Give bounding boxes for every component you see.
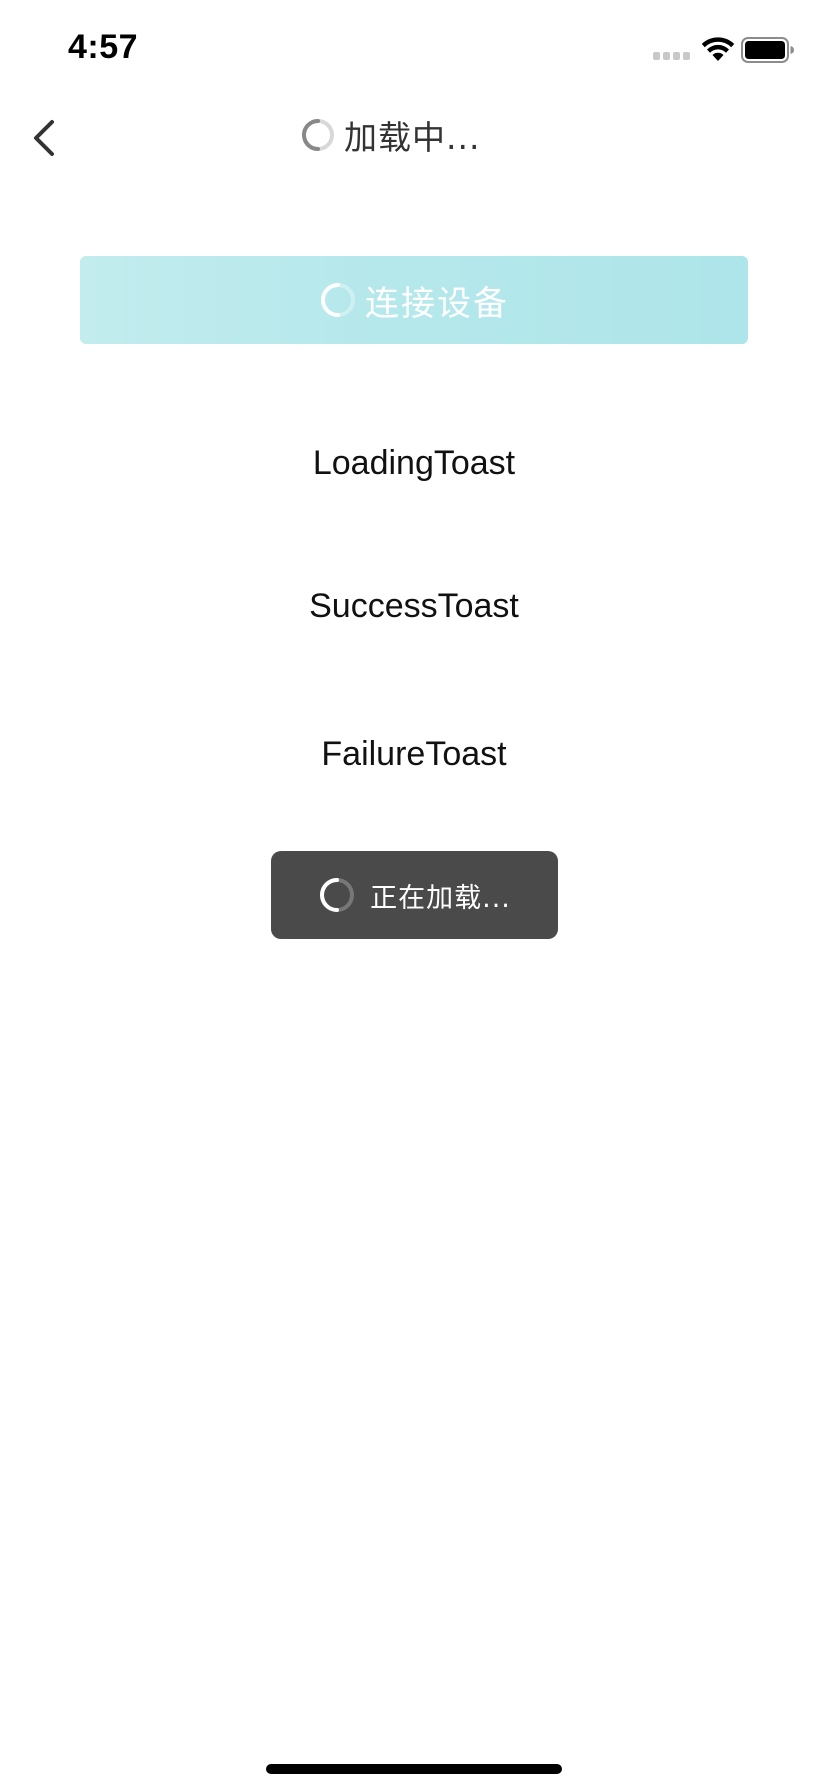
toast-message: 正在加载... [370,882,511,914]
connect-device-button[interactable]: 连接设备 [80,256,748,344]
chevron-left-icon [34,120,54,156]
loading-toast: 正在加载... [271,851,558,939]
status-bar: 4:57 [0,0,828,100]
page-title: 加载中... [344,118,481,157]
nav-bar: 加载中... [0,100,828,200]
battery-icon [741,37,794,63]
wifi-icon [701,37,735,61]
back-button[interactable] [24,108,68,164]
cellular-signal-icon [653,52,691,62]
demo-label: LoadingToast [312,443,516,482]
loading-toast-button[interactable]: LoadingToast [0,423,828,503]
status-time: 4:57 [68,28,139,66]
spinner-icon [320,878,355,912]
home-indicator[interactable] [266,1764,562,1774]
nav-title-area: 加载中... [300,110,480,160]
spinner-icon [301,119,334,151]
spinner-icon [320,283,355,317]
success-toast-button[interactable]: SuccessToast [0,566,828,646]
connect-device-label: 连接设备 [365,283,509,324]
demo-label: FailureToast [321,734,507,773]
demo-label: SuccessToast [309,586,519,625]
failure-toast-button[interactable]: FailureToast [0,714,828,794]
